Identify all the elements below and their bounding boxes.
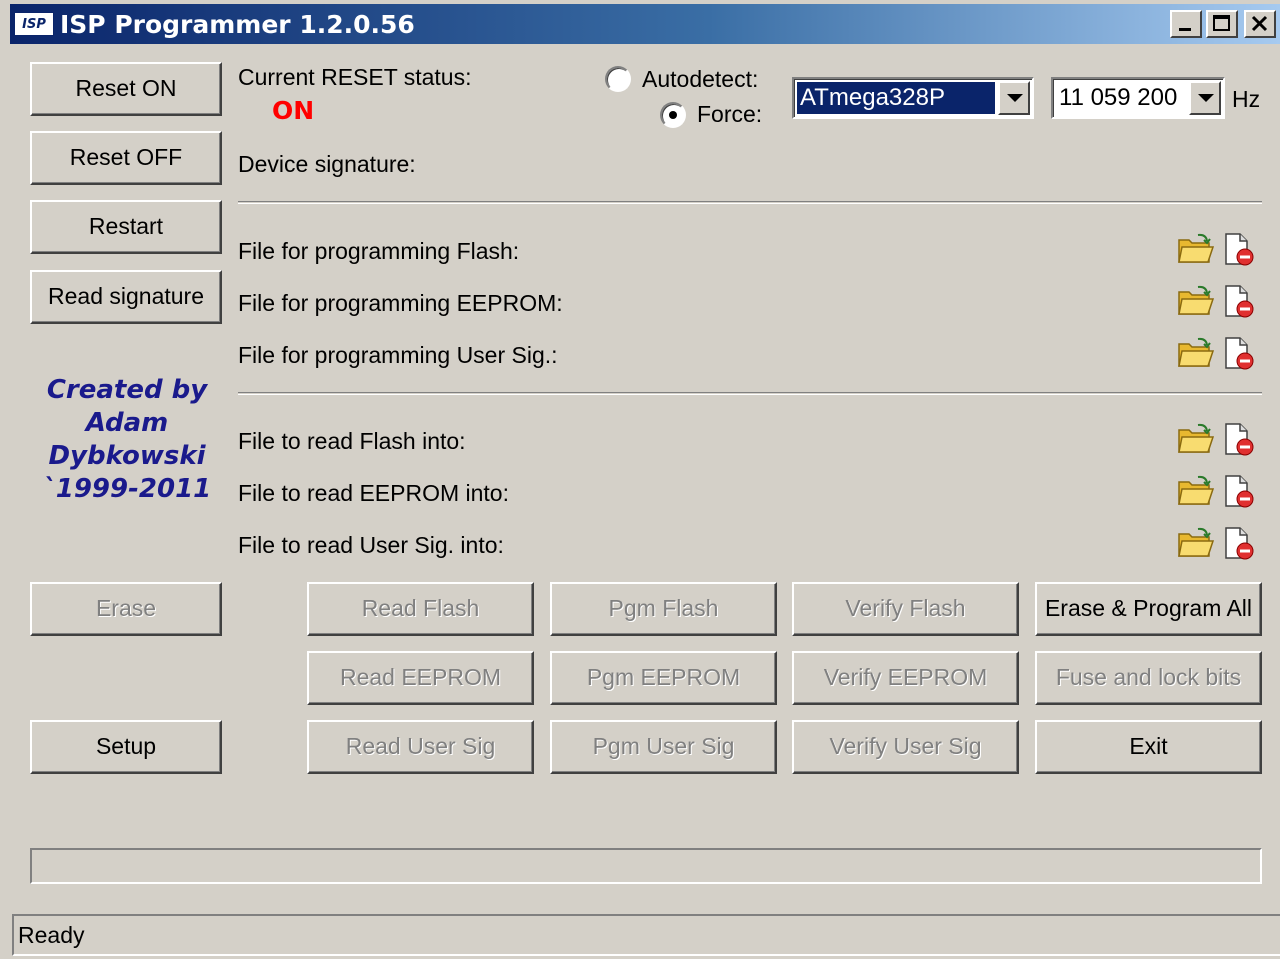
verify-eeprom-button[interactable]: Verify EEPROM (792, 651, 1019, 705)
read-flash-button[interactable]: Read Flash (307, 582, 534, 636)
reset-off-button[interactable]: Reset OFF (30, 131, 222, 185)
force-label: Force: (697, 101, 763, 127)
read-signature-button[interactable]: Read signature (30, 270, 222, 324)
main-window: ISP ISP Programmer 1.2.0.56 Reset ON Res… (0, 0, 1280, 959)
frequency-unit-label: Hz (1232, 86, 1261, 112)
open-folder-icon[interactable] (1176, 422, 1215, 456)
autodetect-label: Autodetect: (642, 66, 759, 92)
radio-selected-dot (669, 111, 677, 119)
reset-on-button[interactable]: Reset ON (30, 62, 222, 116)
close-icon (1251, 15, 1268, 32)
credit-line: Dybkowski (48, 441, 206, 471)
verify-user-sig-button[interactable]: Verify User Sig (792, 720, 1019, 774)
credit-line: `1999-2011 (42, 474, 212, 504)
eeprom-program-file-label: File for programming EEPROM: (238, 290, 563, 316)
credit-line: Created by (46, 375, 208, 405)
open-folder-icon[interactable] (1176, 474, 1215, 508)
minimize-button[interactable] (1170, 10, 1202, 38)
frequency-select[interactable]: 11 059 200 (1051, 77, 1225, 119)
clear-file-icon[interactable] (1220, 284, 1258, 318)
minimize-icon (1179, 28, 1191, 31)
pgm-flash-button[interactable]: Pgm Flash (550, 582, 777, 636)
separator (238, 392, 1262, 395)
erase-button[interactable]: Erase (30, 582, 222, 636)
autodetect-radio[interactable] (605, 66, 631, 92)
chip-select-value: ATmega328P (797, 82, 995, 114)
flash-program-file-label: File for programming Flash: (238, 238, 520, 264)
open-folder-icon[interactable] (1176, 526, 1215, 560)
device-signature-label: Device signature: (238, 151, 416, 177)
usersig-read-file-label: File to read User Sig. into: (238, 532, 504, 558)
clear-file-icon[interactable] (1220, 422, 1258, 456)
separator (238, 201, 1262, 204)
status-bar: Ready (12, 914, 1280, 956)
title-bar[interactable]: ISP ISP Programmer 1.2.0.56 (10, 4, 1280, 44)
chevron-down-icon[interactable] (998, 81, 1030, 115)
flash-read-file-label: File to read Flash into: (238, 428, 466, 454)
maximize-icon (1213, 15, 1230, 31)
pgm-user-sig-button[interactable]: Pgm User Sig (550, 720, 777, 774)
frequency-value: 11 059 200 (1059, 84, 1178, 111)
clear-file-icon[interactable] (1220, 526, 1258, 560)
app-logo-icon: ISP (14, 12, 54, 36)
maximize-button[interactable] (1206, 10, 1238, 38)
window-title: ISP Programmer 1.2.0.56 (60, 10, 415, 39)
pgm-eeprom-button[interactable]: Pgm EEPROM (550, 651, 777, 705)
open-folder-icon[interactable] (1176, 232, 1215, 266)
clear-file-icon[interactable] (1220, 474, 1258, 508)
eeprom-read-file-label: File to read EEPROM into: (238, 480, 509, 506)
force-radio[interactable] (660, 102, 686, 128)
close-button[interactable] (1244, 10, 1276, 38)
verify-flash-button[interactable]: Verify Flash (792, 582, 1019, 636)
progress-bar (30, 848, 1262, 884)
open-folder-icon[interactable] (1176, 336, 1215, 370)
chip-select[interactable]: ATmega328P (792, 77, 1034, 119)
chevron-down-icon[interactable] (1189, 81, 1221, 115)
setup-button[interactable]: Setup (30, 720, 222, 774)
credit-line: Adam (85, 408, 169, 438)
reset-status-label: Current RESET status: (238, 64, 472, 90)
read-user-sig-button[interactable]: Read User Sig (307, 720, 534, 774)
erase-program-all-button[interactable]: Erase & Program All (1035, 582, 1262, 636)
reset-status-value: ON (272, 96, 315, 125)
usersig-program-file-label: File for programming User Sig.: (238, 342, 558, 368)
fuse-lock-bits-button[interactable]: Fuse and lock bits (1035, 651, 1262, 705)
restart-button[interactable]: Restart (30, 200, 222, 254)
author-credit: Created by Adam Dybkowski `1999-2011 (32, 374, 222, 506)
clear-file-icon[interactable] (1220, 232, 1258, 266)
exit-button[interactable]: Exit (1035, 720, 1262, 774)
read-eeprom-button[interactable]: Read EEPROM (307, 651, 534, 705)
open-folder-icon[interactable] (1176, 284, 1215, 318)
clear-file-icon[interactable] (1220, 336, 1258, 370)
